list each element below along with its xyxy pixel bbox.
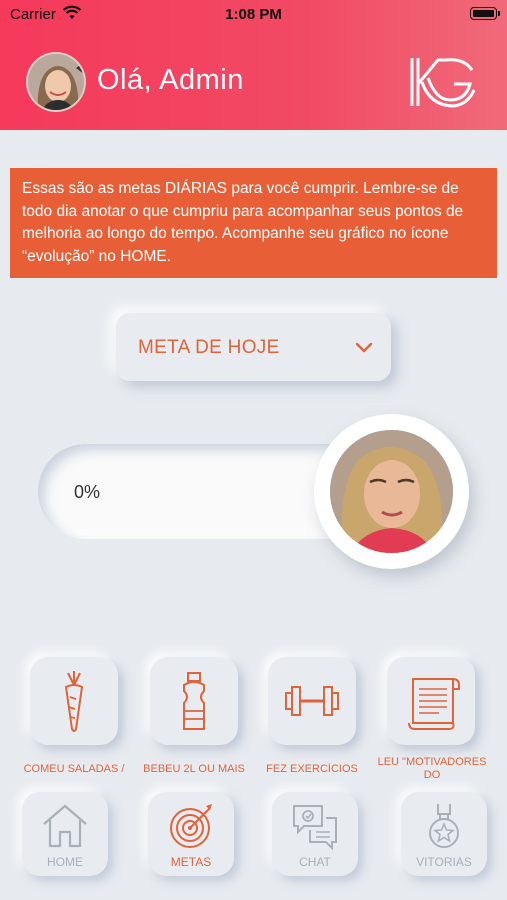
goal-card-salads[interactable] <box>30 657 118 745</box>
user-avatar[interactable] <box>26 52 86 112</box>
tab-metas[interactable]: METAS <box>148 792 234 876</box>
goal-period-dropdown[interactable]: META DE HOJE <box>116 313 391 381</box>
goal-card-reading[interactable] <box>387 657 475 745</box>
chevron-down-icon <box>355 342 373 353</box>
app-header: Carrier 1:08 PM Olá, Admin <box>0 0 507 130</box>
goal-card-exercise[interactable] <box>268 657 356 745</box>
medal-icon <box>429 804 459 848</box>
tab-chat-label: CHAT <box>299 855 331 869</box>
coach-avatar <box>330 430 453 553</box>
home-icon <box>43 804 87 848</box>
dumbbell-icon <box>285 686 339 716</box>
tab-vitorias[interactable]: VITORIAS <box>401 792 487 876</box>
battery-icon <box>470 7 500 20</box>
water-bottle-icon <box>183 672 205 730</box>
tab-home-label: HOME <box>47 855 83 869</box>
tab-chat[interactable]: CHAT <box>272 792 358 876</box>
info-banner: Essas são as metas DIÁRIAS para você cum… <box>10 168 497 278</box>
goal-label-salads: COMEU SALADAS / <box>23 763 125 775</box>
status-time: 1:08 PM <box>225 6 282 23</box>
coach-avatar-ring <box>314 414 469 569</box>
tab-metas-label: METAS <box>170 855 212 869</box>
bottom-tab-bar: HOME METAS CHAT VITORIAS <box>0 778 507 900</box>
greeting-text: Olá, Admin <box>97 64 244 96</box>
avatar-photo <box>28 54 84 110</box>
chat-icon <box>293 805 337 850</box>
info-banner-text: Essas são as metas DIÁRIAS para você cum… <box>22 180 464 265</box>
goal-card-water[interactable] <box>150 657 238 745</box>
goal-label-water: BEBEU 2L OU MAIS <box>143 763 245 775</box>
carrot-icon <box>64 671 84 732</box>
kg-logo <box>410 58 476 108</box>
scroll-icon <box>408 678 460 730</box>
dropdown-selected-value: META DE HOJE <box>138 337 280 358</box>
progress-percentage: 0% <box>74 482 101 502</box>
status-bar: Carrier 1:08 PM <box>0 0 507 30</box>
tab-vitorias-label: VITORIAS <box>416 855 472 869</box>
target-icon <box>170 804 212 848</box>
tab-home[interactable]: HOME <box>22 792 108 876</box>
coach-photo <box>330 430 453 553</box>
goal-label-exercise: FEZ EXERCÍCIOS <box>266 763 358 775</box>
